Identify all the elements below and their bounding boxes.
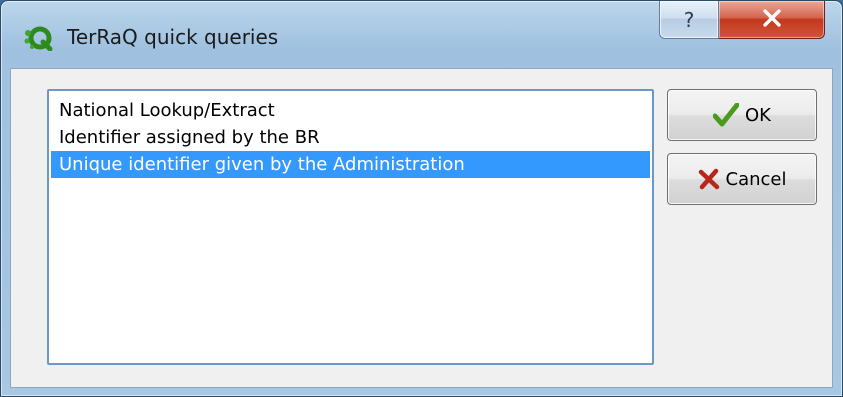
title-buttons: ? [659, 1, 825, 41]
help-button[interactable]: ? [659, 1, 719, 39]
ok-button[interactable]: OK [667, 89, 817, 141]
dialog-content: National Lookup/Extract Identifier assig… [10, 68, 833, 388]
cross-icon [698, 168, 720, 190]
checkmark-icon [713, 103, 739, 127]
terraq-logo-icon [23, 25, 53, 52]
list-item[interactable]: National Lookup/Extract [51, 97, 650, 124]
list-item[interactable]: Identifier assigned by the BR [51, 124, 650, 151]
close-button[interactable] [719, 1, 825, 39]
close-x-icon [761, 8, 783, 32]
cancel-label: Cancel [725, 168, 787, 190]
window-title: TerRaQ quick queries [67, 25, 279, 49]
dialog-window: TerRaQ quick queries ? National Lookup/E… [0, 0, 843, 397]
list-item-selected[interactable]: Unique identifier given by the Administr… [51, 151, 650, 178]
query-list[interactable]: National Lookup/Extract Identifier assig… [47, 89, 654, 365]
title-bar[interactable]: TerRaQ quick queries ? [1, 1, 843, 77]
ok-label: OK [745, 104, 771, 126]
help-icon: ? [683, 7, 695, 32]
cancel-button[interactable]: Cancel [667, 153, 817, 205]
